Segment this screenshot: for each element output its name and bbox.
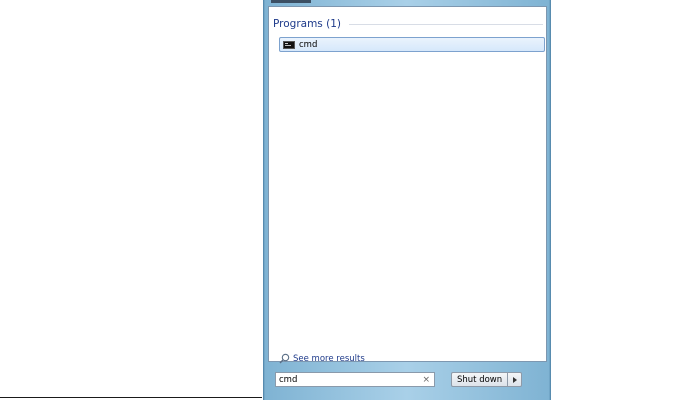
search-results-panel: Programs (1) cmd See more results <box>268 6 547 364</box>
clear-search-icon[interactable]: × <box>422 374 430 386</box>
see-more-label: See more results <box>293 353 365 364</box>
result-item-label: cmd <box>299 39 318 50</box>
search-box[interactable]: × <box>275 372 435 387</box>
shutdown-group: Shut down <box>451 372 523 387</box>
shutdown-button[interactable]: Shut down <box>451 372 508 387</box>
shutdown-options-button[interactable] <box>507 372 523 387</box>
result-item-cmd[interactable]: cmd <box>279 37 545 52</box>
command-prompt-icon <box>283 40 295 49</box>
programs-section-title: Programs (1) <box>273 18 341 30</box>
taskbar-edge-line <box>0 397 262 398</box>
section-divider <box>348 23 543 25</box>
frame-top-strip <box>271 0 311 3</box>
see-more-results-link[interactable]: See more results <box>279 353 365 364</box>
programs-section-header: Programs (1) <box>273 18 543 30</box>
arrow-right-icon <box>512 376 517 383</box>
start-menu: Programs (1) cmd See more results × Shut… <box>263 0 551 400</box>
search-input[interactable] <box>276 373 414 386</box>
magnifier-icon <box>279 353 290 364</box>
